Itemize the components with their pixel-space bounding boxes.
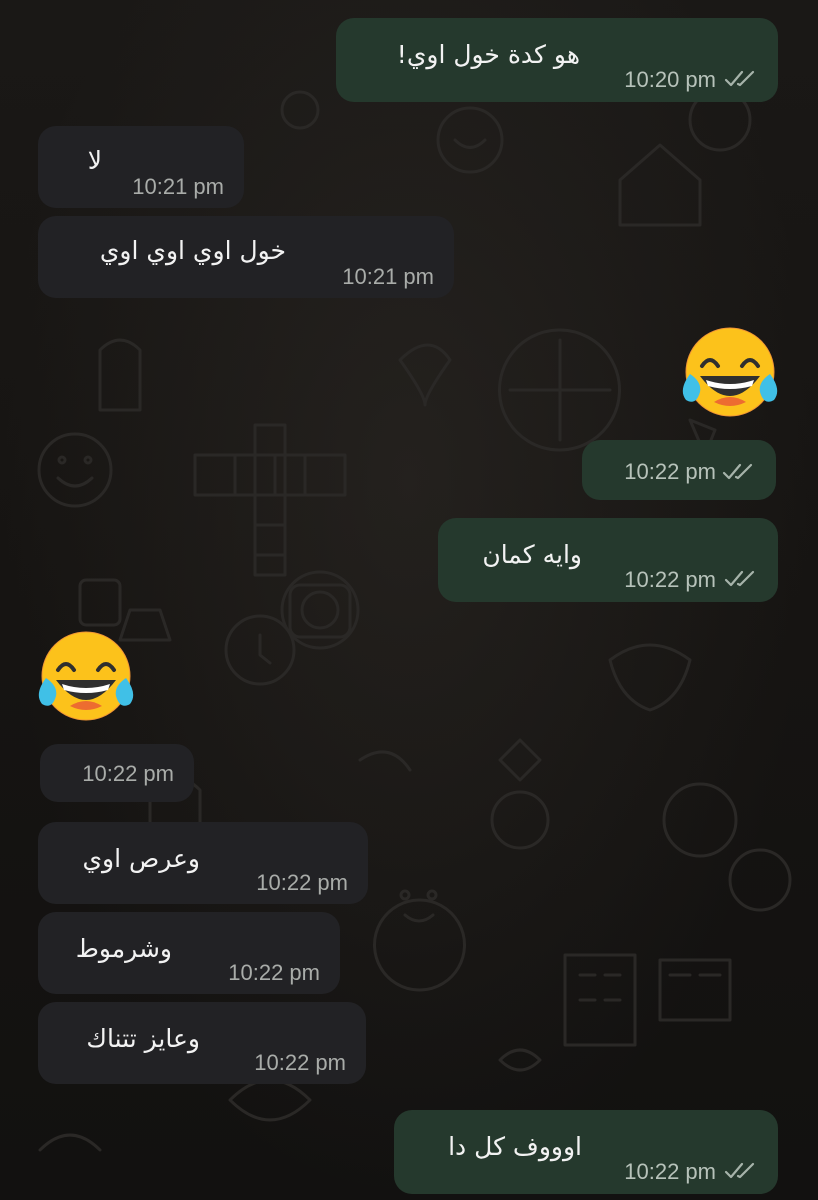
message-bubble-incoming[interactable]: وعايز تتناك 10:22 pm [38,1002,366,1084]
message-bubble-outgoing[interactable]: 10:22 pm [582,440,776,500]
message-text: خول اوي اوي اوي [99,236,286,265]
message-timestamp: 10:22 pm [624,459,716,484]
message-timestamp: 10:20 pm [624,67,716,92]
face-with-tears-of-joy-emoji [682,327,778,417]
message-timestamp: 10:22 pm [228,960,320,985]
message-bubble-incoming[interactable]: وعرص اوي 10:22 pm [38,822,368,904]
double-check-icon [724,70,755,87]
message-text: وعايز تتناك [86,1024,200,1053]
message-bubble-incoming[interactable]: خول اوي اوي اوي 10:21 pm [38,216,454,298]
message-text: هو كدة خول اوي! [396,40,580,69]
double-check-icon [722,463,753,480]
message-timestamp: 10:22 pm [254,1050,346,1075]
message-bubble-incoming[interactable]: لا 10:21 pm [38,126,244,208]
message-timestamp: 10:22 pm [624,1159,716,1184]
face-with-tears-of-joy-emoji [38,631,134,721]
message-bubble-incoming[interactable]: 10:22 pm [40,744,194,802]
message-bubble-outgoing[interactable]: اوووف كل دا 10:22 pm [394,1110,778,1194]
message-text: وشرموط [75,934,172,963]
message-timestamp: 10:22 pm [624,567,716,592]
message-text: وايه كمان [482,540,582,569]
message-bubble-incoming[interactable]: وشرموط 10:22 pm [38,912,340,994]
message-bubble-outgoing[interactable]: هو كدة خول اوي! 10:20 pm [336,18,778,102]
message-timestamp: 10:21 pm [342,264,434,289]
message-text: لا [87,146,102,175]
message-timestamp: 10:22 pm [82,761,174,786]
message-timestamp: 10:22 pm [256,870,348,895]
message-text: وعرص اوي [82,844,200,873]
message-bubble-outgoing[interactable]: وايه كمان 10:22 pm [438,518,778,602]
double-check-icon [724,1162,755,1179]
double-check-icon [724,570,755,587]
message-text: اوووف كل دا [448,1132,582,1161]
message-timestamp: 10:21 pm [132,174,224,199]
